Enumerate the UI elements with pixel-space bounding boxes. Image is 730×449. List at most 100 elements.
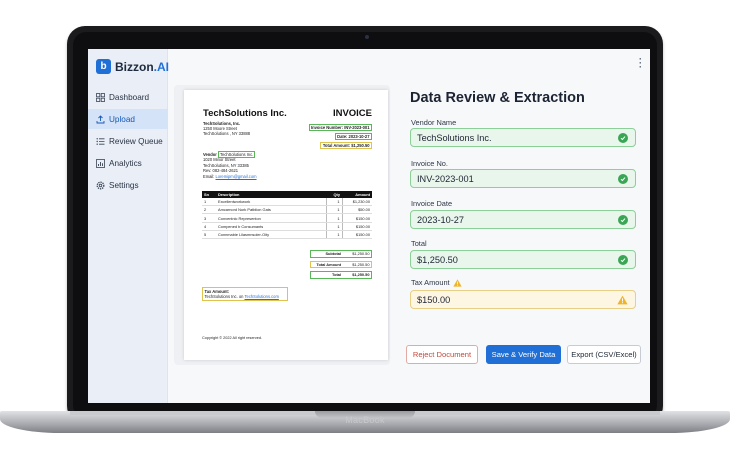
invoice-date-highlight: Date: 2023-10-27	[334, 133, 372, 140]
total-amount-value: $1,250.50	[352, 261, 370, 267]
tax-link: TechSolutions.com	[244, 294, 279, 300]
logo-mark-icon: b	[96, 59, 111, 74]
vendor-email: Email: Loremipm@gmail.com	[203, 174, 261, 179]
sidebar-nav: Dashboard Upload Review Queue Analytics …	[88, 87, 168, 197]
cell-sn: 2	[202, 205, 216, 215]
vendor-email-link: Loremipm@gmail.com	[215, 173, 257, 179]
app-name-suffix: .AI	[153, 59, 170, 74]
upload-icon	[95, 114, 105, 124]
field-label-invoice-date: Invoice Date	[411, 199, 453, 208]
invoice-title: INVOICE	[332, 108, 372, 119]
column-header: Qty	[326, 191, 342, 198]
total-row: Total $1,250.50	[310, 271, 372, 279]
field-label-invoice-no: Invoice No.	[411, 159, 448, 168]
webcam-icon	[365, 35, 369, 39]
cell-description: Compened b Consumants	[216, 222, 326, 232]
cell-sn: 4	[202, 222, 216, 232]
check-circle-icon	[618, 255, 628, 265]
vendor-name-field[interactable]: TechSolutions Inc.	[410, 128, 636, 147]
sidebar-item-label: Review Queue	[109, 136, 163, 146]
tax-line-text: TechSolutions Inc. on	[204, 294, 244, 300]
tax-amount-value: $150.00	[417, 294, 451, 305]
field-label-vendor-name: Vendor Name	[411, 118, 457, 127]
invoice-number-field[interactable]: INV-2023-001	[410, 169, 636, 188]
invoice-number-highlight: Invoice Number: INV-2023-001	[308, 124, 372, 131]
column-header: Amount	[342, 191, 372, 198]
cell-qty: 1	[325, 230, 342, 240]
invoice-document: TechSolutions Inc. INVOICE TechSolutions…	[184, 90, 388, 360]
table-row: 2 Amcarnord Nork Patblion Gats 1 $50.00	[202, 205, 372, 215]
cell-sn: 3	[202, 213, 216, 223]
invoice-company: TechSolutions Inc.	[203, 108, 287, 119]
cell-qty: 1	[325, 205, 342, 215]
vendor-email-label: Email:	[203, 173, 215, 179]
total-amount-highlight: Total Amount: $1,250.50	[320, 142, 372, 149]
table-row: 5 Connmabie Lilasmnsoler-Oity 1 $150.00	[202, 230, 372, 240]
total-label: Total	[331, 272, 341, 278]
app-logo[interactable]: b Bizzon.AI	[96, 59, 169, 74]
total-amount-label: Total Amount	[316, 261, 341, 267]
invoice-address-line: TechSolutions , NY 33888	[203, 131, 251, 136]
tax-line: TechSolutions Inc. on TechSolutions.com	[205, 294, 286, 299]
column-header: Sn	[202, 191, 216, 198]
sidebar-item-label: Settings	[109, 180, 139, 190]
cell-amount: $150.00	[341, 213, 372, 223]
app-screen: b Bizzon.AI Dashboard Upload Review Queu…	[88, 49, 650, 403]
sidebar-item-review-queue[interactable]: Review Queue	[88, 131, 168, 151]
vendor-label: Vendor	[203, 152, 217, 157]
invoice-date-field[interactable]: 2023-10-27	[410, 210, 636, 229]
cell-sn: 1	[202, 197, 216, 206]
table-header-row: Sn Description Qty Amount	[202, 191, 372, 198]
app-name: Bizzon.AI	[115, 60, 169, 74]
cell-description: Conventnic Representon	[216, 213, 326, 223]
invoice-number-value: INV-2023-001	[417, 173, 474, 184]
sidebar-item-label: Analytics	[109, 158, 142, 168]
tax-amount-field[interactable]: $150.00	[410, 290, 636, 309]
stage: MacBook b Bizzon.AI Dashboard Upload Rev…	[0, 0, 730, 449]
warning-icon	[617, 295, 628, 307]
field-label-total: Total	[411, 239, 427, 248]
vendor-name-value: TechSolutions Inc.	[417, 132, 492, 143]
check-circle-icon	[618, 215, 628, 225]
page-title: Data Review & Extraction	[410, 90, 585, 106]
totals-block: Subtotal $1,250.50 Total Amount $1,250.50 …	[310, 250, 372, 279]
cell-qty: 1	[325, 222, 342, 232]
app-name-main: Bizzon	[115, 59, 154, 74]
subtotal-value: $1,250.50	[352, 251, 370, 256]
cell-description: Amcarnord Nork Patblion Gats	[216, 205, 326, 215]
warning-icon	[452, 278, 462, 287]
check-circle-icon	[618, 174, 628, 184]
total-value: $1,250.50	[417, 254, 458, 265]
sidebar-item-upload[interactable]: Upload	[88, 109, 168, 129]
table-row: 4 Compened b Consumants 1 $150.00	[202, 222, 372, 232]
tax-block: Tax Amount: TechSolutions Inc. on TechSo…	[202, 287, 288, 302]
subtotal-label: Subtotal	[325, 251, 341, 256]
gear-icon	[95, 180, 105, 190]
laptop-brand: MacBook	[345, 415, 385, 425]
cell-qty: 1	[325, 197, 342, 206]
sidebar-item-analytics[interactable]: Analytics	[88, 153, 168, 173]
grid-icon	[95, 92, 105, 102]
subtotal-row: Subtotal $1,250.50	[310, 250, 372, 258]
field-label-tax-amount: Tax Amount	[411, 278, 462, 287]
cell-sn: 5	[202, 230, 216, 240]
sidebar-item-settings[interactable]: Settings	[88, 175, 168, 195]
invoice-footer: Copyright © 2022 All right reserved.	[202, 336, 262, 340]
reject-document-button[interactable]: Reject Document	[406, 345, 478, 364]
sidebar-item-dashboard[interactable]: Dashboard	[88, 87, 168, 107]
save-verify-button[interactable]: Save & Verify Data	[486, 345, 561, 364]
column-header: Description	[216, 191, 326, 198]
export-button[interactable]: Export (CSV/Excel)	[567, 345, 641, 364]
total-field[interactable]: $1,250.50	[410, 250, 636, 269]
tax-amount-label: Tax Amount	[411, 278, 450, 287]
vendor-block: Vendor TechSolutions Inc. 1020 Minor Str…	[202, 151, 262, 180]
sidebar-item-label: Upload	[109, 114, 135, 124]
table-row: 1 Excellentworkwork 1 $1,230.00	[202, 197, 372, 206]
invoice-date-value: 2023-10-27	[417, 214, 464, 225]
check-circle-icon	[618, 133, 628, 143]
cell-amount: $50.00	[341, 205, 372, 215]
more-options-icon[interactable]: · · ·	[639, 55, 642, 72]
line-items-table: Sn Description Qty Amount 1 Excellentwork…	[202, 191, 372, 240]
sidebar: b Bizzon.AI Dashboard Upload Review Queu…	[88, 49, 169, 403]
list-icon	[95, 136, 105, 146]
